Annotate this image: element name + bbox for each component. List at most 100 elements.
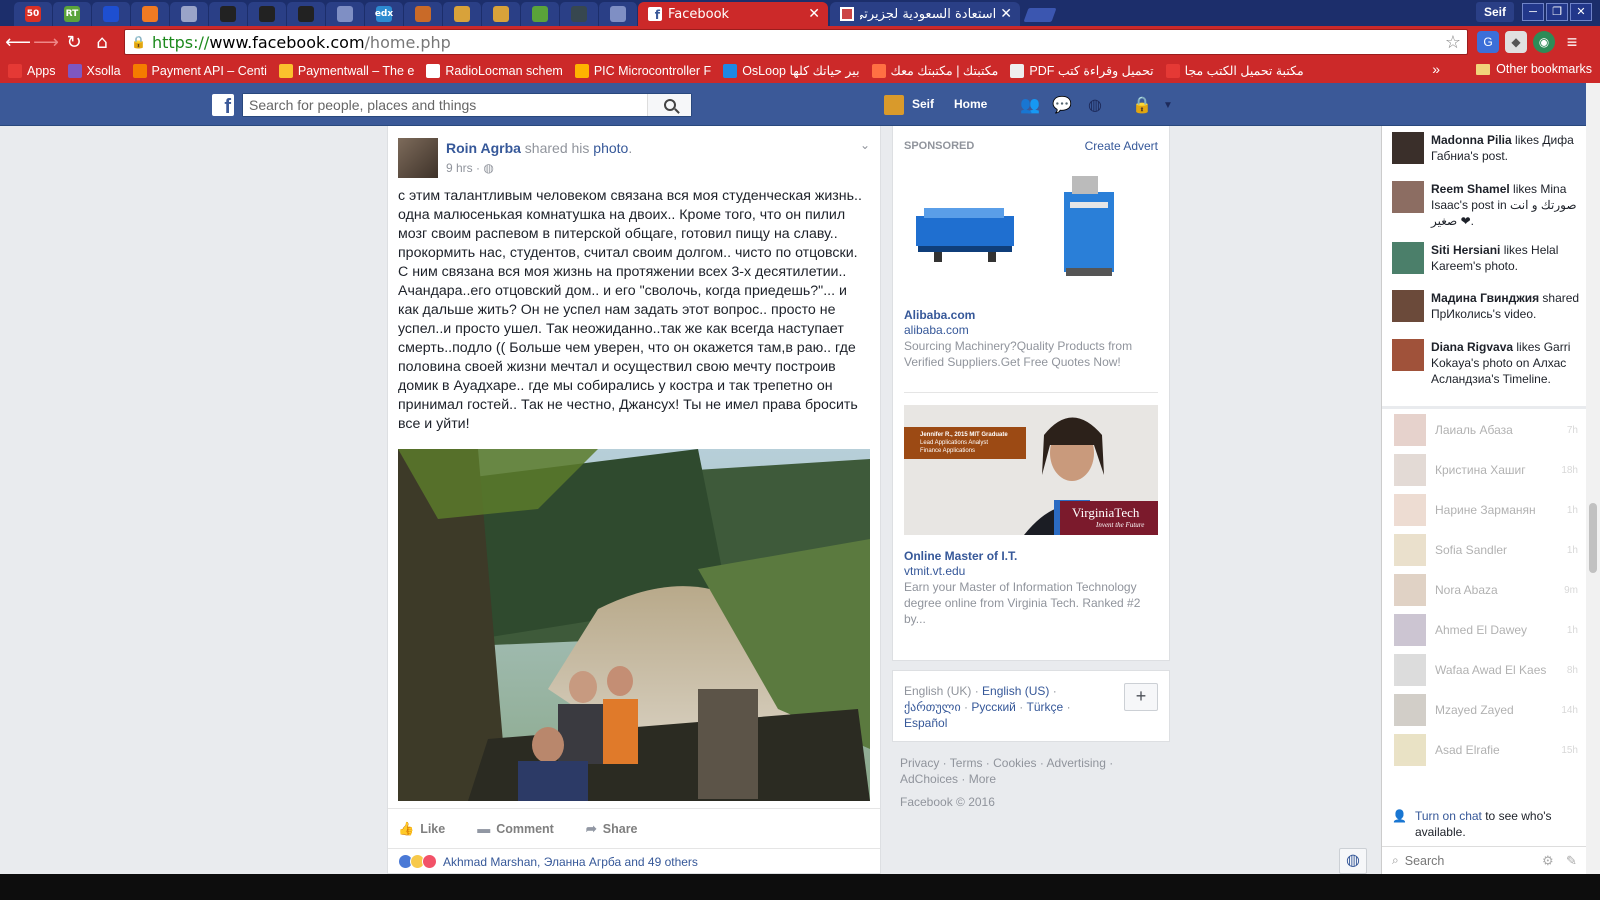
close-window-button[interactable]: ✕ bbox=[1570, 3, 1592, 21]
footer-link[interactable]: Cookies bbox=[993, 756, 1036, 770]
cube-extension-icon[interactable]: ◆ bbox=[1505, 31, 1527, 53]
friend-list-item[interactable]: Лаиаль Абаза 7h bbox=[1394, 413, 1578, 447]
tab-other[interactable]: استعادة السعودية لجزيرتي ✕ bbox=[830, 2, 1020, 26]
bookmark-star-icon[interactable]: ☆ bbox=[1445, 32, 1461, 53]
friend-list-item[interactable]: Mzayed Zayed 14h bbox=[1394, 693, 1578, 727]
friend-list-item[interactable]: Wafaa Awad El Kaes 8h bbox=[1394, 653, 1578, 687]
friend-list-item[interactable]: Sofia Sandler 1h bbox=[1394, 533, 1578, 567]
back-arrow-icon[interactable]: ⟵ bbox=[4, 28, 32, 56]
pinned-tab[interactable] bbox=[521, 2, 559, 26]
bookmarks-overflow-icon[interactable]: » bbox=[1432, 61, 1440, 77]
search-input[interactable] bbox=[243, 94, 647, 116]
pinned-tab[interactable]: edx bbox=[365, 2, 403, 26]
new-message-icon[interactable]: ✎ bbox=[1566, 853, 1577, 869]
share-button[interactable]: ➦ Share bbox=[586, 821, 638, 837]
bookmark-item[interactable]: مكتبة تحميل الكتب مجا bbox=[1165, 63, 1304, 78]
friend-requests-icon[interactable]: 👥 bbox=[1020, 96, 1040, 114]
chat-globe-icon[interactable]: ◍ bbox=[1339, 848, 1367, 874]
turn-on-chat-link[interactable]: Turn on chat bbox=[1415, 809, 1482, 823]
chat-search-input[interactable] bbox=[1404, 853, 1525, 868]
bookmark-item[interactable]: RadioLocman schem bbox=[426, 63, 563, 78]
minimize-button[interactable]: ─ bbox=[1522, 3, 1544, 21]
ad-title-link[interactable]: Alibaba.com bbox=[904, 308, 975, 322]
tab-close-icon[interactable]: ✕ bbox=[808, 6, 820, 22]
language-option-link[interactable]: Español bbox=[904, 716, 947, 730]
profile-link[interactable]: Seif bbox=[912, 97, 934, 111]
comment-button[interactable]: ▬ Comment bbox=[477, 821, 554, 836]
globe-extension-icon[interactable]: ◉ bbox=[1533, 31, 1555, 53]
facebook-logo-icon[interactable]: f bbox=[212, 94, 234, 116]
footer-link[interactable]: Advertising bbox=[1047, 756, 1106, 770]
pinned-tab[interactable] bbox=[92, 2, 130, 26]
story-timestamp[interactable]: 9 hrs · ◍ bbox=[446, 161, 494, 175]
pinned-tab[interactable] bbox=[131, 2, 169, 26]
pinned-tab[interactable]: 50 bbox=[14, 2, 52, 26]
bookmark-item[interactable]: Xsolla bbox=[67, 63, 121, 78]
language-option-link[interactable]: Türkçe bbox=[1027, 700, 1064, 714]
language-option-link[interactable]: Русский bbox=[971, 700, 1016, 714]
pinned-tab[interactable] bbox=[287, 2, 325, 26]
bookmark-item[interactable]: مكتبتك | مكتبتك معك bbox=[871, 63, 998, 78]
tab-facebook[interactable]: f Facebook ✕ bbox=[638, 2, 828, 26]
translate-extension-icon[interactable]: G bbox=[1477, 31, 1499, 53]
profile-user-button[interactable]: Seif bbox=[1475, 2, 1514, 22]
search-button[interactable] bbox=[647, 94, 691, 116]
story-options-chevron-icon[interactable]: ⌄ bbox=[860, 138, 870, 152]
author-avatar[interactable] bbox=[398, 138, 438, 178]
language-option-link[interactable]: ქართული bbox=[904, 700, 961, 714]
pinned-tab[interactable] bbox=[404, 2, 442, 26]
like-button[interactable]: 👍 Like bbox=[398, 821, 445, 837]
pinned-tab[interactable] bbox=[248, 2, 286, 26]
author-name-link[interactable]: Roin Agrba bbox=[446, 140, 521, 156]
pinned-tab[interactable] bbox=[443, 2, 481, 26]
ticker-item[interactable]: Diana Rigvava likes Garri Kokaya's photo… bbox=[1392, 339, 1580, 387]
pinned-tab[interactable] bbox=[599, 2, 637, 26]
scrollbar-thumb[interactable] bbox=[1589, 503, 1597, 573]
friend-list-item[interactable]: Nora Abaza 9m bbox=[1394, 573, 1578, 607]
alibaba-ad-image[interactable] bbox=[904, 172, 1158, 284]
menu-icon[interactable]: ≡ bbox=[1561, 31, 1583, 53]
footer-link[interactable]: More bbox=[969, 772, 996, 786]
ticker-item[interactable]: Siti Hersiani likes Helal Kareem's photo… bbox=[1392, 242, 1580, 274]
ad-title-link[interactable]: Online Master of I.T. bbox=[904, 549, 1017, 563]
photo-link[interactable]: photo bbox=[593, 140, 628, 156]
pinned-tab[interactable] bbox=[326, 2, 364, 26]
ad-domain-link[interactable]: vtmit.vt.edu bbox=[904, 564, 965, 578]
story-photo[interactable] bbox=[398, 449, 870, 801]
bookmark-item[interactable]: Apps bbox=[8, 63, 56, 78]
bookmark-item[interactable]: PIC Microcontroller F bbox=[574, 63, 711, 78]
pinned-tab[interactable] bbox=[209, 2, 247, 26]
friend-list-item[interactable]: Нарине Зарманян 1h bbox=[1394, 493, 1578, 527]
tab-close-icon[interactable]: ✕ bbox=[1000, 6, 1012, 22]
create-advert-link[interactable]: Create Advert bbox=[1085, 139, 1158, 153]
friend-list-item[interactable]: Кристина Хашиг 18h bbox=[1394, 453, 1578, 487]
privacy-lock-icon[interactable]: 🔒 bbox=[1132, 96, 1152, 114]
ticker-item[interactable]: Reem Shamel likes Mina Isaac's post in ص… bbox=[1392, 181, 1580, 229]
add-language-button[interactable]: + bbox=[1124, 683, 1158, 711]
pinned-tab[interactable] bbox=[482, 2, 520, 26]
notifications-globe-icon[interactable]: ◍ bbox=[1085, 96, 1105, 114]
language-option-link[interactable]: English (US) bbox=[982, 684, 1049, 698]
ticker-item[interactable]: Мадина Гвинджия shared ПрИколись's video… bbox=[1392, 290, 1580, 322]
bookmark-item[interactable]: Payment API – Centi bbox=[132, 63, 267, 78]
pinned-tab[interactable] bbox=[560, 2, 598, 26]
footer-link[interactable]: AdChoices bbox=[900, 772, 958, 786]
ad-domain-link[interactable]: alibaba.com bbox=[904, 323, 969, 337]
footer-link[interactable]: Terms bbox=[950, 756, 983, 770]
pinned-tab[interactable]: RT bbox=[53, 2, 91, 26]
maximize-button[interactable]: ❐ bbox=[1546, 3, 1568, 21]
footer-link[interactable]: Privacy bbox=[900, 756, 939, 770]
account-menu-chevron-icon[interactable]: ▼ bbox=[1158, 96, 1178, 114]
messages-icon[interactable]: 💬 bbox=[1052, 96, 1072, 114]
chat-settings-gear-icon[interactable]: ⚙ bbox=[1542, 853, 1554, 869]
reload-icon[interactable]: ↻ bbox=[60, 28, 88, 56]
ticker-item[interactable]: Madonna Pilia likes Дифа Габниа's post. bbox=[1392, 132, 1580, 164]
new-tab-button[interactable] bbox=[1023, 8, 1057, 22]
address-bar[interactable]: 🔒 https://www.facebook.com/home.php ☆ bbox=[124, 29, 1468, 55]
pinned-tab[interactable] bbox=[170, 2, 208, 26]
user-avatar[interactable] bbox=[884, 95, 904, 115]
home-icon[interactable]: ⌂ bbox=[88, 28, 116, 56]
other-bookmarks-button[interactable]: Other bookmarks bbox=[1476, 62, 1592, 76]
page-scrollbar[interactable] bbox=[1586, 83, 1600, 874]
bookmark-item[interactable]: OsLoop بير حياتك كلها bbox=[723, 63, 860, 78]
